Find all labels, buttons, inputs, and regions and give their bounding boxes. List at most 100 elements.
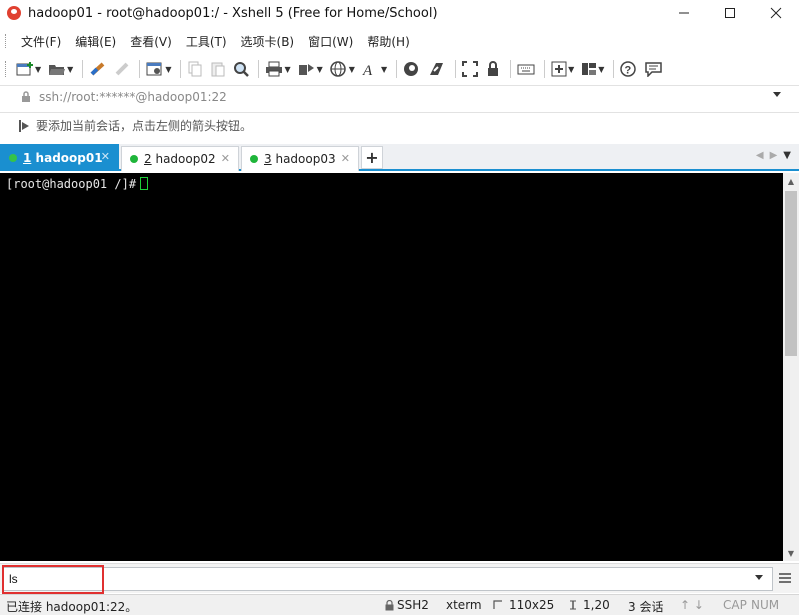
menu-tab[interactable]: 选项卡(B) — [234, 33, 302, 50]
font-button[interactable]: A ▼ — [360, 58, 389, 80]
toolbar-separator — [82, 60, 84, 78]
tab-index: 2 — [144, 152, 152, 166]
fullscreen-button[interactable] — [460, 58, 480, 80]
properties-button[interactable]: ▼ — [144, 58, 173, 80]
compose-button[interactable]: ▼ — [549, 58, 576, 80]
tab-close-icon[interactable]: ✕ — [341, 152, 350, 165]
new-session-icon — [16, 62, 33, 76]
new-session-button[interactable]: ▼ — [14, 58, 43, 80]
terminal-area[interactable]: [root@hadoop01 /]# — [0, 173, 783, 561]
tab-index: 3 — [264, 152, 272, 166]
connected-status-icon — [130, 155, 138, 163]
disconnect-icon — [115, 62, 129, 76]
toolbar-separator — [139, 60, 141, 78]
menu-window[interactable]: 窗口(W) — [301, 33, 360, 50]
chevron-down-icon[interactable] — [773, 92, 781, 98]
address-text[interactable]: ssh://root:******@hadoop01:22 — [39, 90, 227, 104]
transfer-button[interactable]: ▼ — [296, 58, 325, 80]
svg-text:A: A — [362, 63, 373, 77]
tab-close-icon[interactable]: ✕ — [221, 152, 230, 165]
copy-button[interactable] — [185, 58, 205, 80]
globe-button[interactable]: ▼ — [328, 58, 357, 80]
add-tab-button[interactable]: + — [361, 146, 383, 169]
lock-button[interactable] — [483, 58, 503, 80]
toolbar-separator — [510, 60, 512, 78]
maximize-button[interactable] — [707, 0, 753, 26]
close-button[interactable] — [753, 0, 799, 26]
resize-icon — [493, 600, 502, 609]
chevron-down-icon[interactable] — [755, 575, 763, 581]
term-size-text: 110x25 — [509, 598, 555, 612]
paste-button[interactable] — [208, 58, 228, 80]
compose-input[interactable] — [2, 567, 773, 591]
cursor-position-text: 1,20 — [583, 598, 610, 612]
keyboard-icon — [517, 64, 535, 75]
keyboard-button[interactable] — [515, 58, 537, 80]
tab-hadoop01[interactable]: 1 hadoop01 ✕ — [0, 144, 119, 171]
help-icon: ? — [620, 61, 637, 77]
copy-icon — [188, 61, 202, 77]
minimize-button[interactable] — [661, 0, 707, 26]
term-size-status: 110x25 — [493, 598, 554, 612]
protocol-status: SSH2 — [385, 598, 429, 612]
toolbar-separator — [180, 60, 182, 78]
tab-close-icon[interactable]: ✕ — [101, 150, 110, 163]
tab-label: hadoop02 — [155, 152, 216, 166]
reconnect-button[interactable] — [87, 58, 109, 80]
status-bar: 已连接 hadoop01:22。 SSH2 xterm 110x25 1,20 … — [0, 594, 799, 615]
tab-prev-icon[interactable]: ◀ — [756, 150, 764, 161]
menubar-grip[interactable] — [5, 34, 8, 48]
help-button[interactable]: ? — [618, 58, 640, 80]
menu-bar: 文件(F) 编辑(E) 查看(V) 工具(T) 选项卡(B) 窗口(W) 帮助(… — [0, 30, 799, 52]
dropdown-arrow-icon: ▼ — [284, 64, 291, 74]
menu-view[interactable]: 查看(V) — [123, 33, 179, 50]
scrollbar-thumb[interactable] — [785, 191, 797, 356]
add-session-arrow-icon[interactable] — [18, 118, 30, 134]
svg-text:?: ? — [625, 65, 632, 77]
toolbar-separator — [258, 60, 260, 78]
arrow-down-icon: ↓ — [693, 598, 704, 612]
xftp-icon — [404, 62, 419, 76]
open-folder-icon — [49, 65, 66, 75]
menu-help[interactable]: 帮助(H) — [360, 33, 416, 50]
tab-navigation: ◀ ▶ ▼ — [756, 150, 791, 161]
open-folder-button[interactable]: ▼ — [46, 58, 75, 80]
toolbar-grip[interactable] — [5, 61, 8, 77]
scroll-up-icon[interactable]: ▲ — [783, 173, 799, 189]
cursor-position-icon — [570, 600, 576, 610]
chat-button[interactable] — [643, 58, 665, 80]
window-title: hadoop01 - root@hadoop01:/ - Xshell 5 (F… — [28, 5, 438, 21]
layout-button[interactable]: ▼ — [579, 58, 606, 80]
term-type-status: xterm — [446, 598, 482, 612]
dropdown-arrow-icon: ▼ — [598, 64, 605, 74]
tab-next-icon[interactable]: ▶ — [770, 150, 778, 161]
terminal-scrollbar[interactable]: ▲ ▼ — [783, 173, 799, 561]
connected-status-icon — [250, 155, 258, 163]
print-button[interactable]: ▼ — [263, 58, 292, 80]
dropdown-arrow-icon: ▼ — [67, 64, 74, 74]
xmanager-button[interactable] — [426, 58, 448, 80]
scroll-down-icon[interactable]: ▼ — [783, 545, 799, 561]
menu-icon[interactable] — [779, 572, 791, 584]
maximize-icon — [725, 8, 735, 18]
paste-icon — [211, 62, 225, 77]
menu-edit[interactable]: 编辑(E) — [68, 33, 123, 50]
disconnect-button[interactable] — [112, 58, 132, 80]
tab-list-icon[interactable]: ▼ — [783, 150, 791, 161]
menu-file[interactable]: 文件(F) — [14, 33, 68, 50]
tab-hadoop02[interactable]: 2 hadoop02 ✕ — [121, 146, 239, 171]
tab-hadoop03[interactable]: 3 hadoop03 ✕ — [241, 146, 359, 171]
num-lock-status: NUM — [751, 598, 780, 612]
find-button[interactable] — [231, 58, 251, 80]
connected-status-icon — [9, 154, 17, 162]
arrow-up-icon: ↑ — [680, 598, 691, 612]
xftp-button[interactable] — [401, 58, 423, 80]
dropdown-arrow-icon: ▼ — [316, 64, 323, 74]
menu-tools[interactable]: 工具(T) — [179, 33, 234, 50]
xshell-app-icon[interactable] — [7, 6, 21, 20]
scroll-arrows-status: ↑ ↓ — [680, 598, 704, 612]
connection-status: 已连接 hadoop01:22。 — [6, 600, 138, 614]
dropdown-arrow-icon: ▼ — [35, 64, 42, 74]
hint-text: 要添加当前会话，点击左侧的箭头按钮。 — [36, 119, 253, 133]
chat-icon — [645, 62, 663, 77]
